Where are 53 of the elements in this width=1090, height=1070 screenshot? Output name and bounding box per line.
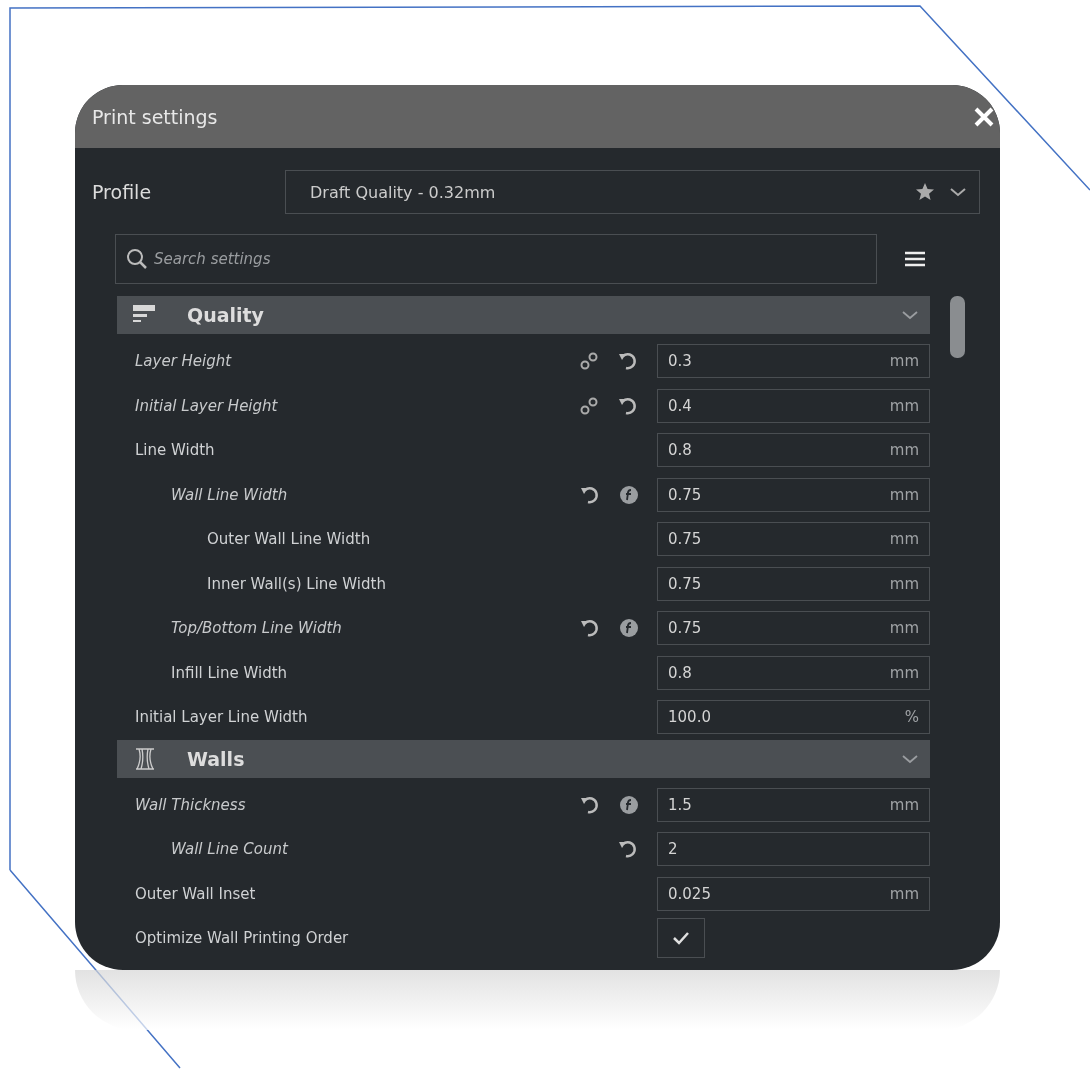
setting-label: Inner Wall(s) Line Width bbox=[207, 574, 386, 593]
link-icon[interactable] bbox=[579, 395, 599, 416]
setting-label: Infill Line Width bbox=[171, 663, 288, 682]
reset-icon[interactable] bbox=[617, 839, 639, 860]
value-field[interactable]: 0.025 mm bbox=[657, 876, 930, 911]
check-icon bbox=[672, 931, 690, 946]
setting-label: Wall Thickness bbox=[135, 795, 246, 814]
value-field[interactable]: 0.75 mm bbox=[657, 611, 930, 646]
profile-label: Profile bbox=[92, 181, 153, 203]
setting-label: Outer Wall Line Width bbox=[207, 530, 371, 549]
chevron-down-icon[interactable] bbox=[949, 186, 967, 198]
formula-icon[interactable] bbox=[619, 484, 639, 505]
setting-label: Optimize Wall Printing Order bbox=[135, 929, 349, 948]
reset-icon[interactable] bbox=[579, 794, 601, 815]
reset-icon[interactable] bbox=[617, 351, 639, 372]
bars-icon bbox=[133, 305, 157, 325]
section-header[interactable]: Quality bbox=[117, 296, 930, 334]
setting-label: Layer Height bbox=[135, 352, 232, 371]
checkbox[interactable] bbox=[657, 918, 705, 959]
reset-icon[interactable] bbox=[579, 618, 601, 639]
setting-label: Initial Layer Height bbox=[135, 396, 278, 415]
link-icon[interactable] bbox=[579, 351, 599, 372]
value-field[interactable]: 0.8 mm bbox=[657, 433, 930, 468]
value-field[interactable]: 0.75 mm bbox=[657, 522, 930, 557]
value-field[interactable]: 0.75 mm bbox=[657, 477, 930, 512]
value-field[interactable]: 0.4 mm bbox=[657, 388, 930, 423]
value-field[interactable]: 0.75 mm bbox=[657, 566, 930, 601]
setting-label: Initial Layer Line Width bbox=[135, 708, 308, 727]
setting-label: Line Width bbox=[135, 441, 215, 460]
scrollbar[interactable] bbox=[950, 296, 965, 358]
formula-icon[interactable] bbox=[619, 618, 639, 639]
star-icon[interactable] bbox=[915, 182, 935, 202]
menu-icon[interactable] bbox=[905, 251, 925, 267]
value-field[interactable]: 0.3 mm bbox=[657, 344, 930, 379]
value-field[interactable]: 0.8 mm bbox=[657, 655, 930, 690]
value-field[interactable]: 1.5 mm bbox=[657, 787, 930, 822]
setting-label: Wall Line Width bbox=[171, 485, 288, 504]
walls-icon bbox=[133, 746, 157, 771]
chevron-down-icon bbox=[900, 309, 920, 321]
reset-icon[interactable] bbox=[617, 395, 639, 416]
chevron-down-icon bbox=[900, 752, 920, 765]
setting-label: Outer Wall Inset bbox=[135, 884, 256, 903]
formula-icon[interactable] bbox=[619, 794, 639, 815]
search-icon bbox=[126, 248, 148, 270]
search-field[interactable]: Search settings bbox=[115, 234, 877, 284]
setting-label: Wall Line Count bbox=[171, 840, 288, 859]
window-title: Print settings bbox=[92, 105, 218, 128]
value-field[interactable]: 100.0 % bbox=[657, 700, 930, 735]
section-header[interactable]: Walls bbox=[117, 739, 930, 778]
value-field[interactable]: 2 bbox=[657, 832, 930, 867]
reset-icon[interactable] bbox=[579, 484, 601, 505]
profile-dropdown[interactable]: Draft Quality - 0.32mm bbox=[285, 170, 980, 214]
setting-label: Top/Bottom Line Width bbox=[171, 619, 342, 638]
